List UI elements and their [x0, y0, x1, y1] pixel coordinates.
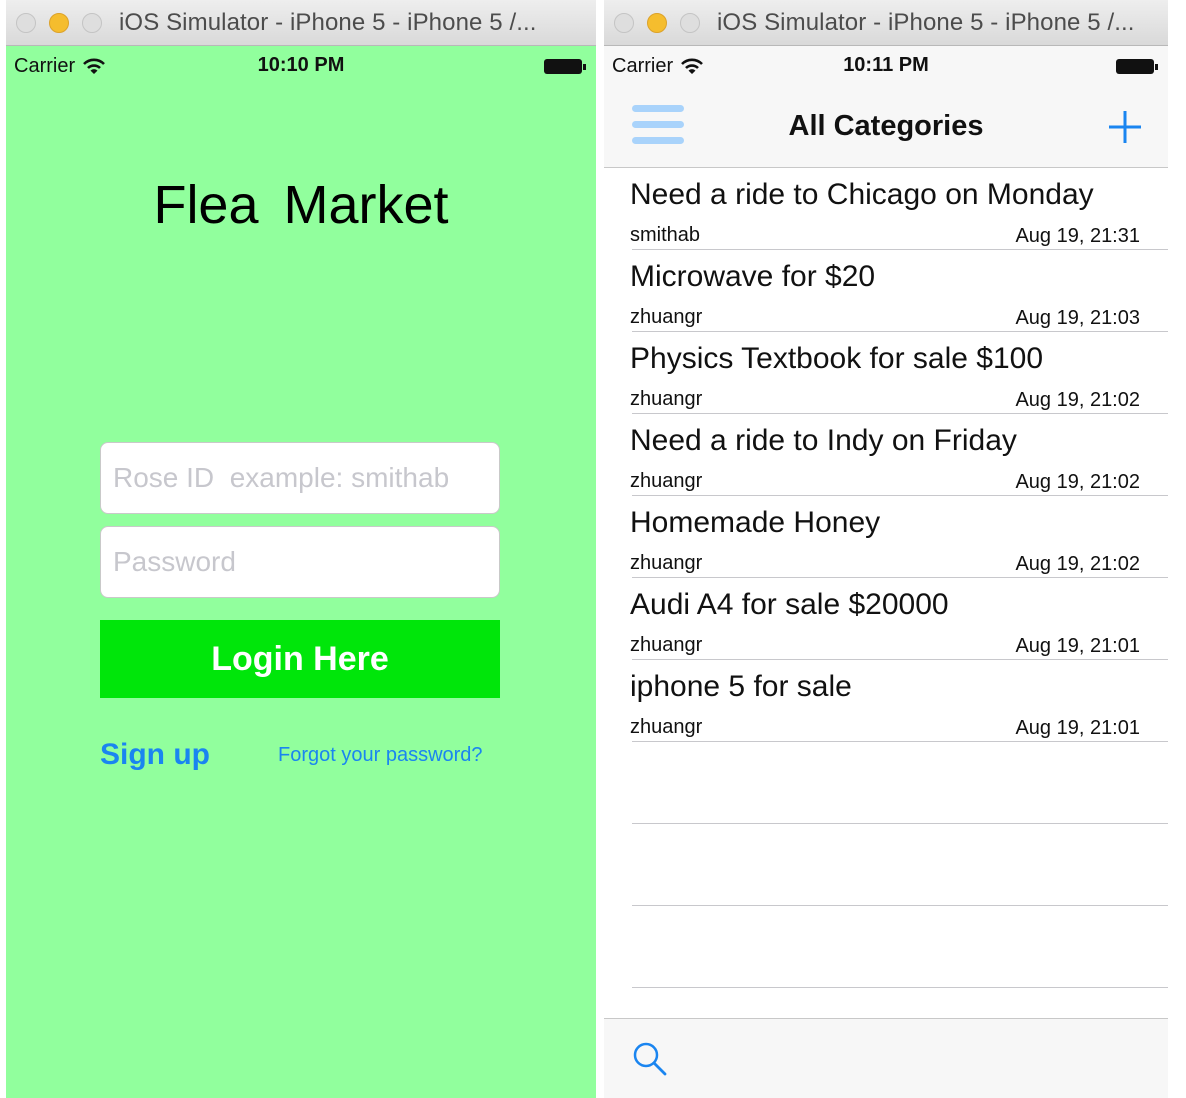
window-titlebar[interactable]: iOS Simulator - iPhone 5 - iPhone 5 /... — [6, 0, 596, 46]
post-date: Aug 19, 21:02 — [1015, 471, 1140, 493]
app-title: Flea Market — [153, 175, 449, 235]
post-list: Need a ride to Chicago on Monday smithab A… — [604, 168, 1168, 988]
post-date: Aug 19, 21:03 — [1015, 307, 1140, 329]
list-item[interactable]: Homemade Honey zhuangr Aug 19, 21:02 — [604, 496, 1168, 578]
sign-up-link[interactable]: Sign up — [100, 738, 210, 772]
post-username: zhuangr — [630, 716, 703, 738]
post-title: Audi A4 for sale $20000 — [630, 588, 949, 621]
close-button[interactable] — [614, 12, 634, 33]
status-time: 10:10 PM — [257, 54, 345, 76]
empty-row — [604, 742, 1168, 824]
post-username: zhuangr — [630, 388, 703, 410]
simulator-window-categories: iOS Simulator - iPhone 5 - iPhone 5 /...… — [604, 0, 1168, 1098]
list-item[interactable]: Physics Textbook for sale $100 zhuangr Aug… — [604, 332, 1168, 414]
post-date: Aug 19, 21:01 — [1015, 635, 1140, 657]
post-username: smithab — [630, 224, 701, 246]
list-item[interactable]: Need a ride to Indy on Friday zhuangr Aug … — [604, 414, 1168, 496]
rose-id-input[interactable] — [100, 442, 500, 514]
list-item[interactable]: iphone 5 for sale zhuangr Aug 19, 21:01 — [604, 660, 1168, 742]
window-title: iOS Simulator - iPhone 5 - iPhone 5 /... — [717, 8, 1135, 36]
window-controls — [16, 12, 102, 33]
status-time: 10:11 PM — [843, 54, 929, 76]
login-screen: Carrier 10:10 PM Flea Market Login Here … — [6, 46, 596, 1098]
list-item[interactable]: Audi A4 for sale $20000 zhuangr Aug 19, 21… — [604, 578, 1168, 660]
post-username: zhuangr — [630, 470, 703, 492]
post-date: Aug 19, 21:01 — [1015, 717, 1140, 739]
zoom-button[interactable] — [82, 12, 102, 33]
search-icon[interactable] — [632, 1041, 668, 1077]
window-title: iOS Simulator - iPhone 5 - iPhone 5 /... — [119, 8, 537, 36]
post-date: Aug 19, 21:02 — [1015, 553, 1140, 575]
status-bar: Carrier 10:11 PM — [604, 46, 1168, 84]
post-username: zhuangr — [630, 634, 703, 656]
empty-row — [604, 824, 1168, 906]
window-controls — [614, 12, 700, 33]
empty-row — [604, 906, 1168, 988]
battery-icon — [1116, 59, 1158, 74]
list-item[interactable]: Need a ride to Chicago on Monday smithab A… — [604, 168, 1168, 250]
post-title: Homemade Honey — [630, 506, 881, 539]
forgot-password-link[interactable]: Forgot your password? — [278, 744, 483, 767]
post-username: zhuangr — [630, 306, 703, 328]
categories-screen: Carrier 10:11 PM All Categories Need a r… — [604, 46, 1168, 1098]
list-item[interactable]: Microwave for $20 zhuangr Aug 19, 21:03 — [604, 250, 1168, 332]
password-input[interactable] — [100, 526, 500, 598]
zoom-button[interactable] — [680, 12, 700, 33]
post-date: Aug 19, 21:02 — [1015, 389, 1140, 411]
post-username: zhuangr — [630, 552, 703, 574]
minimize-button[interactable] — [49, 12, 69, 33]
battery-icon — [544, 59, 586, 74]
bottom-toolbar — [604, 1018, 1168, 1098]
login-button[interactable]: Login Here — [100, 620, 500, 698]
post-title: iphone 5 for sale — [630, 670, 852, 703]
post-title: Microwave for $20 — [630, 260, 876, 293]
status-bar: Carrier 10:10 PM — [6, 46, 596, 84]
post-date: Aug 19, 21:31 — [1015, 225, 1140, 247]
post-title: Need a ride to Chicago on Monday — [630, 178, 1094, 211]
window-titlebar[interactable]: iOS Simulator - iPhone 5 - iPhone 5 /... — [604, 0, 1168, 46]
plus-icon[interactable] — [1106, 108, 1144, 146]
row-separator — [632, 987, 1168, 988]
post-title: Need a ride to Indy on Friday — [630, 424, 1017, 457]
close-button[interactable] — [16, 12, 36, 33]
simulator-window-login: iOS Simulator - iPhone 5 - iPhone 5 /...… — [6, 0, 596, 1098]
post-title: Physics Textbook for sale $100 — [630, 342, 1044, 375]
minimize-button[interactable] — [647, 12, 667, 33]
nav-title: All Categories — [788, 110, 984, 142]
